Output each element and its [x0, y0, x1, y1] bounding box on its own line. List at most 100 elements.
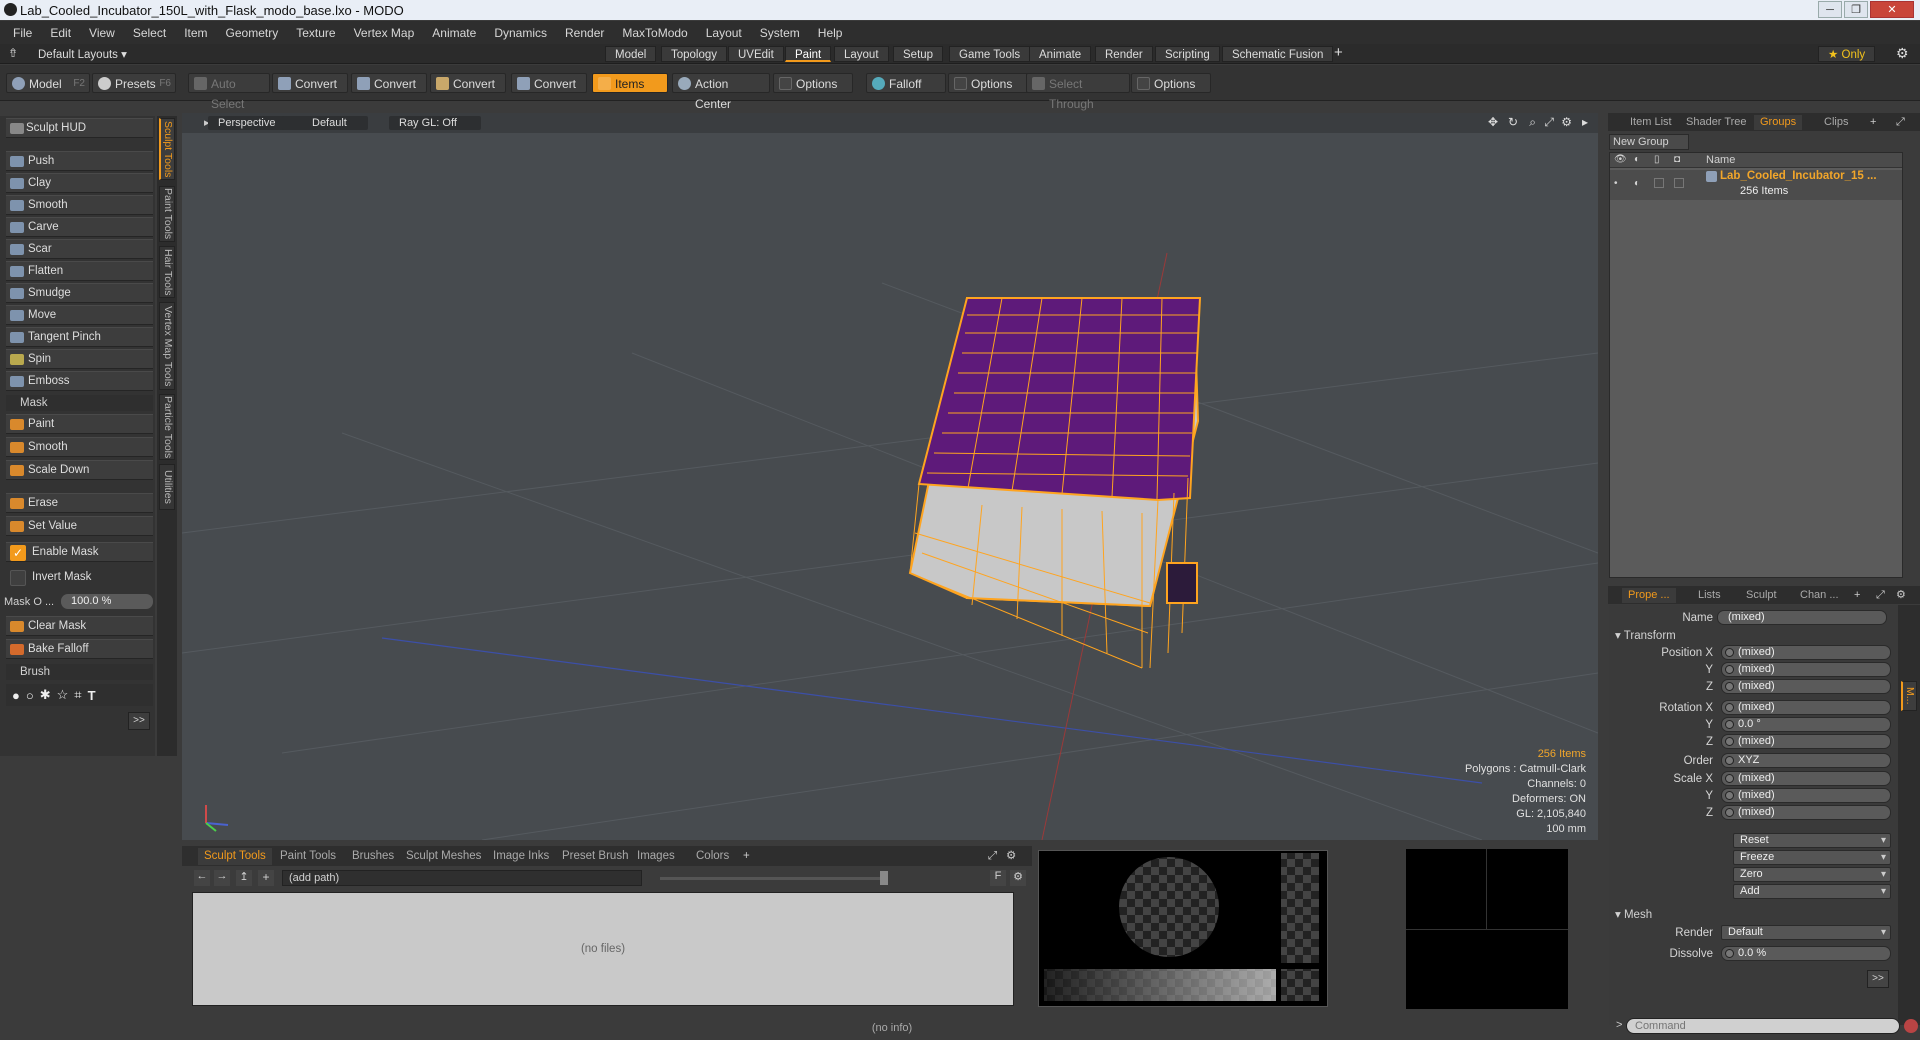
render-icon[interactable]: ◐	[1634, 154, 1640, 165]
tab-paint[interactable]: Paint	[785, 46, 832, 62]
pan-icon[interactable]: ✥	[1488, 115, 1498, 129]
tab-shader-tree[interactable]: Shader Tree	[1680, 115, 1753, 130]
add-tab-icon[interactable]: +	[737, 848, 756, 865]
transform-section-header[interactable]: ▾ Transform	[1615, 628, 1676, 642]
settings-icon[interactable]: ⚙	[1000, 848, 1022, 865]
rotate-icon[interactable]: ↻	[1508, 115, 1518, 129]
dissolve-field[interactable]: 0.0 %	[1721, 946, 1891, 961]
convert-edges-button[interactable]: Convert	[351, 73, 427, 93]
minimize-button[interactable]: ─	[1818, 1, 1842, 18]
tab-lists[interactable]: Lists	[1692, 588, 1727, 603]
mask-section-header[interactable]: Mask	[6, 395, 153, 411]
tool-smooth[interactable]: Smooth	[6, 195, 153, 215]
name-field[interactable]: (mixed)	[1717, 610, 1887, 625]
scale-x-field[interactable]: (mixed)	[1721, 771, 1891, 786]
properties-gear-icon[interactable]: ⚙	[1890, 588, 1912, 603]
back-arrow-icon[interactable]: ←	[194, 870, 210, 886]
tool-smudge[interactable]: Smudge	[6, 283, 153, 303]
menu-maxtomodo[interactable]: MaxToModo	[613, 26, 696, 40]
brush-hard-icon[interactable]: ○	[26, 688, 34, 703]
tab-channels[interactable]: Chan ...	[1794, 588, 1845, 603]
convert-vertices-button[interactable]: Convert	[272, 73, 348, 93]
tool-push[interactable]: Push	[6, 151, 153, 171]
menu-texture[interactable]: Texture	[287, 26, 344, 40]
rotation-x-field[interactable]: (mixed)	[1721, 700, 1891, 715]
menu-select[interactable]: Select	[124, 26, 175, 40]
zero-dropdown[interactable]: Zero	[1733, 867, 1891, 882]
lock-checkbox[interactable]	[1654, 178, 1664, 188]
brush-smooth-icon[interactable]: ●	[12, 688, 20, 703]
group-row[interactable]: • ◐ Lab_Cooled_Incubator_15 ... 256 Item…	[1610, 170, 1902, 200]
add-path-icon[interactable]: +	[258, 870, 274, 886]
mask-paint-button[interactable]: Paint	[6, 414, 153, 434]
render-icon[interactable]: ◐	[1634, 178, 1640, 189]
mask-opacity-field[interactable]: 100.0 %	[61, 594, 153, 609]
add-dropdown[interactable]: Add	[1733, 884, 1891, 899]
gear-icon[interactable]: ⚙	[1896, 45, 1909, 62]
brush-stamp-icon[interactable]: ⌗	[74, 687, 81, 703]
mask-scale-down-button[interactable]: Scale Down	[6, 460, 153, 480]
more-properties-button[interactable]: >>	[1867, 970, 1889, 988]
viewport-expand-icon[interactable]: ▸	[1582, 115, 1588, 129]
tool-scar[interactable]: Scar	[6, 239, 153, 259]
tab-model[interactable]: Model	[605, 46, 657, 62]
new-group-button[interactable]: New Group	[1609, 134, 1689, 150]
slider-handle[interactable]	[880, 871, 888, 885]
tool-carve[interactable]: Carve	[6, 217, 153, 237]
reset-dropdown[interactable]: Reset	[1733, 833, 1891, 848]
select-through-button[interactable]: Select Through	[1026, 73, 1130, 111]
menu-system[interactable]: System	[751, 26, 809, 40]
filter-icon[interactable]: F	[990, 870, 1006, 886]
mesh-section-header[interactable]: ▾ Mesh	[1615, 907, 1652, 921]
mask-set-value-button[interactable]: Set Value	[6, 516, 153, 536]
menu-file[interactable]: File	[4, 26, 41, 40]
maximize-button[interactable]: ❐	[1844, 1, 1868, 18]
tab-item-list[interactable]: Item List	[1624, 115, 1678, 130]
add-tab-icon[interactable]: +	[1334, 44, 1343, 61]
vtab-vertex-map-tools[interactable]: Vertex Map Tools	[159, 302, 175, 390]
position-z-field[interactable]: (mixed)	[1721, 679, 1891, 694]
tab-properties[interactable]: Prope ...	[1622, 588, 1676, 603]
brush-text-icon[interactable]: T	[88, 688, 96, 703]
raygl-toggle[interactable]: Ray GL: Off	[389, 116, 481, 130]
tab-topology[interactable]: Topology	[661, 46, 728, 62]
layouts-icon[interactable]: ⇮	[8, 46, 18, 60]
more-brushes-button[interactable]: >>	[128, 712, 150, 730]
menu-edit[interactable]: Edit	[41, 26, 80, 40]
close-button[interactable]: ✕	[1870, 1, 1914, 18]
menu-layout[interactable]: Layout	[697, 26, 751, 40]
position-y-field[interactable]: (mixed)	[1721, 662, 1891, 677]
browser-gear-icon[interactable]: ⚙	[1010, 870, 1026, 886]
vtab-utilities[interactable]: Utilities	[159, 464, 175, 510]
presets-button[interactable]: Presets F6	[92, 73, 176, 93]
viewport-gear-icon[interactable]: ⚙	[1561, 115, 1572, 129]
expand-icon[interactable]: ⤢	[1870, 588, 1891, 603]
select-options-button[interactable]: Options	[1131, 73, 1211, 93]
scale-y-field[interactable]: (mixed)	[1721, 788, 1891, 803]
sculpt-hud-button[interactable]: Sculpt HUD	[6, 118, 153, 138]
mask-smooth-button[interactable]: Smooth	[6, 437, 153, 457]
zoom-icon[interactable]: ⌕	[1529, 115, 1536, 130]
menu-animate[interactable]: Animate	[423, 26, 485, 40]
menu-item[interactable]: Item	[175, 26, 216, 40]
tab-schematic-fusion[interactable]: Schematic Fusion	[1222, 46, 1334, 62]
path-dropdown[interactable]: (add path)	[282, 870, 642, 886]
menu-help[interactable]: Help	[809, 26, 852, 40]
btab-paint-tools[interactable]: Paint Tools	[274, 848, 342, 865]
tab-uvedit[interactable]: UVEdit	[728, 46, 784, 62]
tab-layout[interactable]: Layout	[834, 46, 889, 62]
btab-image-inks[interactable]: Image Inks	[487, 848, 555, 865]
brush-star-icon[interactable]: ☆	[57, 687, 69, 703]
command-record-icon[interactable]	[1904, 1019, 1918, 1033]
default-layouts-dropdown[interactable]: Default Layouts ▾	[38, 47, 127, 61]
btab-images[interactable]: Images	[631, 848, 681, 865]
tab-game-tools[interactable]: Game Tools	[949, 46, 1031, 62]
view-type-dropdown[interactable]: Perspective	[208, 116, 290, 130]
vtab-particle-tools[interactable]: Particle Tools	[159, 394, 175, 460]
vtab-sculpt-tools[interactable]: Sculpt Tools	[159, 118, 175, 180]
action-center-options-button[interactable]: Options	[773, 73, 853, 93]
menu-dynamics[interactable]: Dynamics	[485, 26, 556, 40]
menu-render[interactable]: Render	[556, 26, 613, 40]
tool-clay[interactable]: Clay	[6, 173, 153, 193]
menu-view[interactable]: View	[80, 26, 124, 40]
